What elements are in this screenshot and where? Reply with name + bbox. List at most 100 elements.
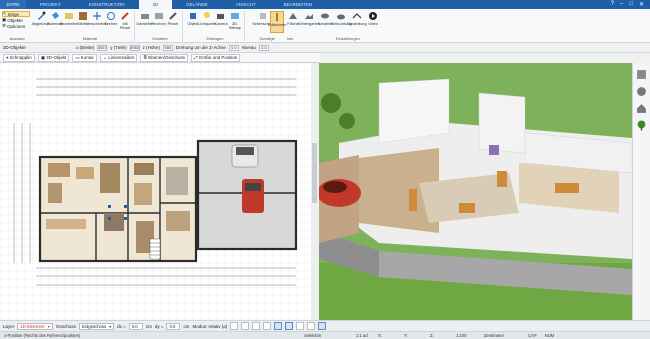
minimize-icon[interactable]: – (620, 1, 623, 8)
y-field[interactable]: 3983 (129, 44, 140, 51)
file-tab[interactable]: DATEI (0, 0, 26, 9)
snap-line-icon[interactable] (274, 322, 283, 330)
z-field[interactable]: 980 (162, 44, 173, 51)
catalog-icon[interactable] (636, 69, 647, 80)
ribbon-label: 3D-Bitmap (229, 22, 241, 30)
measure-icon[interactable] (307, 322, 316, 330)
size-position-button[interactable]: ⤢ Größe und Position (190, 53, 241, 62)
paint-bucket-icon (52, 12, 59, 19)
floor-select[interactable]: Erdgeschoss ▾ (78, 322, 115, 330)
snap-object-icon[interactable] (285, 322, 294, 330)
ruler-icon: ↔ (102, 55, 108, 60)
tree-icon[interactable] (636, 120, 647, 131)
view-3d[interactable] (319, 63, 632, 320)
ribbon-button-lichtquelle[interactable]: Lichtquelle (198, 11, 216, 33)
status-num: NUM (544, 333, 555, 338)
calculate-icon (155, 13, 163, 19)
tab-gelaende[interactable]: GELÄNDE (172, 0, 222, 9)
3d-object-button[interactable]: ▣ 3D-Objekt (37, 53, 70, 62)
contour-button[interactable]: ▭ Kontur (72, 53, 97, 62)
3d-sync-icon[interactable] (318, 322, 327, 330)
dx-field[interactable]: 0.0 (128, 322, 143, 330)
tool-label: Kontur (80, 55, 94, 60)
ribbon-button-verschieben[interactable]: Verschieben (87, 11, 107, 33)
house-icon[interactable] (636, 103, 647, 114)
3d-render (319, 63, 632, 320)
ribbon-separator (134, 11, 135, 41)
scroll-thumb[interactable] (312, 143, 317, 203)
group-label: Info (286, 36, 294, 41)
ribbon-button-wintergarten[interactable]: Wintergarten (298, 11, 320, 33)
ribbon-button-kollisionen[interactable]: Kollisionen (268, 11, 286, 33)
help-icon[interactable]: ? (611, 1, 614, 8)
brush-icon (121, 12, 129, 20)
ribbon-button-kamera[interactable]: Kamera (214, 11, 228, 33)
close-icon[interactable]: ✕ (639, 1, 644, 8)
group-label: Einstellungen (335, 36, 361, 41)
ribbon-label: Fläche (287, 22, 299, 26)
level-field[interactable]: 0.0 (258, 44, 269, 51)
ribbon-button-darstellung[interactable]: Darstellung (347, 11, 367, 33)
object-type-label: 3D-Objekte (3, 45, 26, 50)
ribbon-button-seitenschnitt[interactable]: Seitenschnitt (252, 11, 274, 33)
rotate-field[interactable]: 0.0 (228, 44, 239, 51)
layer-value: 2D-Elemente (20, 323, 45, 329)
plan-vertical-scrollbar[interactable] (311, 63, 318, 320)
red-car-3d (319, 179, 361, 207)
level-label: Niveau (241, 45, 256, 50)
image-icon (231, 13, 239, 19)
status-hint: x-Position (Rechts des Referenzpunktes) (4, 333, 81, 338)
move-icon (93, 12, 101, 20)
lightbulb-icon (204, 12, 210, 18)
ribbon-button-rechnen[interactable]: Rechnen (151, 11, 167, 33)
tab-projekt[interactable]: PROJEKT (26, 0, 75, 9)
dy-field[interactable]: 0.0 (166, 322, 181, 330)
ortho-icon[interactable] (252, 322, 261, 330)
group-label: Sonstige (259, 36, 275, 41)
ribbon-label: Video (368, 22, 378, 26)
tab-3d[interactable]: 3D (138, 0, 173, 9)
rotate-icon (107, 12, 115, 20)
ribbon-button-3d-bitmap[interactable]: 3D-Bitmap (228, 11, 242, 33)
menu-bar: DATEI PROJEKT KONSTRUKTION 3D GELÄNDE AN… (0, 0, 650, 9)
line-dimension-button[interactable]: ↔ Linienmaßen (99, 53, 138, 62)
status-unit: Zentimeter (484, 333, 505, 338)
tab-bearbeiten[interactable]: BEARBEITEN (270, 0, 327, 9)
ribbon-label: Kamera (214, 22, 228, 26)
chevron-down-icon: ▾ (109, 323, 112, 329)
snap-point-icon[interactable] (241, 322, 250, 330)
ribbon-button-bearbeiten[interactable]: Bearbeiten (60, 11, 78, 33)
layer-select[interactable]: 2D-Elemente ▾ (17, 322, 53, 330)
cloud-icon (321, 13, 329, 19)
magnet-icon[interactable] (296, 322, 305, 330)
status-y: Y: (404, 333, 408, 338)
snap-grid-icon[interactable] (230, 322, 239, 330)
tab-ansicht[interactable]: ANSICHT (222, 0, 270, 9)
ribbon-button-drehen[interactable]: Drehen (104, 11, 118, 33)
tab-konstruktion[interactable]: KONSTRUKTION (75, 0, 139, 9)
ribbon-button-beleuchtung[interactable]: Beleuchtung (330, 11, 352, 33)
floor-plan-2d[interactable] (0, 63, 318, 320)
snap-icon: ⌖ (6, 55, 9, 60)
snap-line-button[interactable]: ⌖ Schnapplin (3, 53, 35, 62)
maximize-icon[interactable]: □ (629, 1, 633, 8)
group-label: Eintragen (206, 36, 224, 41)
floor-value: Erdgeschoss (81, 323, 107, 329)
palette-icon[interactable] (636, 86, 647, 97)
texture-icon (79, 12, 87, 20)
x-field[interactable]: 3057 (97, 44, 108, 51)
cube-icon: ▣ (40, 54, 46, 60)
ribbon-button-darstellen[interactable]: Darstellen (136, 11, 154, 33)
ribbon-button-video[interactable]: Video (366, 11, 380, 33)
area-icon (289, 13, 297, 19)
section-icon (260, 13, 266, 19)
angle-icon[interactable] (263, 322, 272, 330)
tool-label: Größe und Position (198, 55, 238, 60)
layer-floor-button[interactable]: ≣ Ebenen/Geschoss (140, 53, 188, 62)
ribbon-button-pinsel-schatten[interactable]: Pinsel (166, 11, 180, 33)
options-label: Optionen (7, 23, 26, 29)
tool-label: Ebenen/Geschoss (148, 55, 185, 60)
right-side-panel (632, 63, 650, 320)
options-button[interactable]: ⚙ Optionen (2, 23, 30, 29)
ribbon-button-pinsel[interactable]: Mit Pinsel (118, 11, 132, 33)
